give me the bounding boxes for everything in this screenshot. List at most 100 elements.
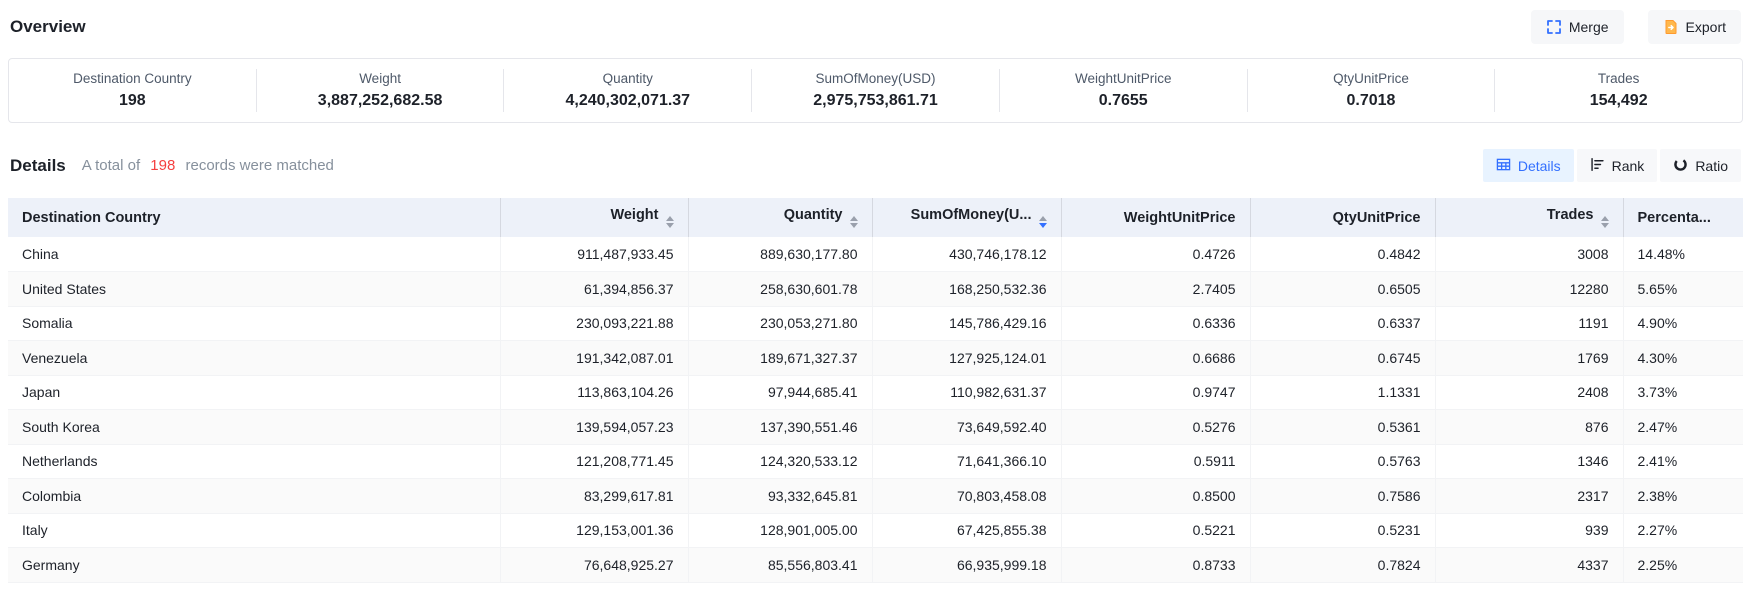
table-cell: 14.48% [1623, 237, 1743, 272]
country-cell: South Korea [8, 410, 500, 445]
stat-value: 0.7655 [1000, 92, 1247, 110]
table-cell: 191,342,087.01 [500, 341, 688, 376]
table-cell: 911,487,933.45 [500, 237, 688, 272]
stat-value: 2,975,753,861.71 [752, 92, 999, 110]
column-label: Percenta... [1638, 210, 1711, 226]
overview-header: Overview Merge Export [8, 10, 1743, 44]
table-cell: 939 [1435, 513, 1623, 548]
column-header-qty-unit-price: QtyUnitPrice [1250, 198, 1435, 237]
column-header-weight[interactable]: Weight [500, 198, 688, 237]
table-cell: 2.25% [1623, 548, 1743, 583]
table-row: Italy129,153,001.36128,901,005.0067,425,… [8, 513, 1743, 548]
table-row: South Korea139,594,057.23137,390,551.467… [8, 410, 1743, 445]
stat-label: Quantity [504, 71, 751, 86]
table-cell: 113,863,104.26 [500, 375, 688, 410]
table-cell: 145,786,429.16 [872, 306, 1061, 341]
summary-suffix: records were matched [186, 157, 334, 174]
merge-icon [1546, 19, 1562, 35]
country-cell: Italy [8, 513, 500, 548]
export-button[interactable]: Export [1648, 10, 1741, 44]
table-cell: 0.5221 [1061, 513, 1250, 548]
table-cell: 0.5911 [1061, 444, 1250, 479]
table-cell: 66,935,999.18 [872, 548, 1061, 583]
stat-label: Trades [1495, 71, 1742, 86]
table-cell: 1769 [1435, 341, 1623, 376]
stat-label: Destination Country [9, 71, 256, 86]
country-cell: Germany [8, 548, 500, 583]
table-cell: 2317 [1435, 479, 1623, 514]
column-header-percentage: Percenta... [1623, 198, 1743, 237]
country-cell: Colombia [8, 479, 500, 514]
table-cell: 0.5763 [1250, 444, 1435, 479]
table-cell: 1.1331 [1250, 375, 1435, 410]
column-header-weight-unit-price: WeightUnitPrice [1061, 198, 1250, 237]
table-cell: 71,641,366.10 [872, 444, 1061, 479]
table-cell: 5.65% [1623, 272, 1743, 307]
table-row: Somalia230,093,221.88230,053,271.80145,7… [8, 306, 1743, 341]
table-cell: 12280 [1435, 272, 1623, 307]
stat-label: WeightUnitPrice [1000, 71, 1247, 86]
table-cell: 4337 [1435, 548, 1623, 583]
tab-details[interactable]: Details [1483, 149, 1574, 182]
stat-qty-unit-price: QtyUnitPrice 0.7018 [1247, 69, 1495, 112]
stat-value: 4,240,302,071.37 [504, 92, 751, 110]
merge-button[interactable]: Merge [1531, 10, 1624, 44]
table-cell: 430,746,178.12 [872, 237, 1061, 272]
table-cell: 97,944,685.41 [688, 375, 872, 410]
table-cell: 83,299,617.81 [500, 479, 688, 514]
sort-carets-icon[interactable] [850, 216, 858, 228]
table-cell: 110,982,631.37 [872, 375, 1061, 410]
table-body: China911,487,933.45889,630,177.80430,746… [8, 237, 1743, 582]
column-label: Quantity [784, 207, 843, 223]
table-row: Netherlands121,208,771.45124,320,533.127… [8, 444, 1743, 479]
sort-carets-icon[interactable] [1601, 216, 1609, 228]
table-cell: 1346 [1435, 444, 1623, 479]
table-cell: 1191 [1435, 306, 1623, 341]
stat-label: Weight [257, 71, 504, 86]
stat-weight-unit-price: WeightUnitPrice 0.7655 [999, 69, 1247, 112]
record-count: 198 [150, 157, 175, 174]
sort-carets-icon[interactable] [666, 216, 674, 228]
column-header-trades[interactable]: Trades [1435, 198, 1623, 237]
country-cell: Japan [8, 375, 500, 410]
table-cell: 0.7824 [1250, 548, 1435, 583]
column-header-sum-of-money[interactable]: SumOfMoney(U... [872, 198, 1061, 237]
stat-trades: Trades 154,492 [1494, 69, 1742, 112]
country-cell: Netherlands [8, 444, 500, 479]
column-header-destination-country: Destination Country [8, 198, 500, 237]
tab-rank[interactable]: Rank [1577, 149, 1658, 182]
table-cell: 0.8733 [1061, 548, 1250, 583]
stat-value: 198 [9, 92, 256, 110]
sort-carets-icon[interactable] [1039, 216, 1047, 228]
table-cell: 137,390,551.46 [688, 410, 872, 445]
table-cell: 0.6337 [1250, 306, 1435, 341]
details-header: Details A total of 198 records were matc… [8, 149, 1743, 182]
stat-label: QtyUnitPrice [1248, 71, 1495, 86]
table-cell: 67,425,855.38 [872, 513, 1061, 548]
table-cell: 0.6686 [1061, 341, 1250, 376]
records-summary: A total of 198 records were matched [82, 157, 334, 174]
table-cell: 76,648,925.27 [500, 548, 688, 583]
table-cell: 85,556,803.41 [688, 548, 872, 583]
table-cell: 2.47% [1623, 410, 1743, 445]
table-cell: 2.41% [1623, 444, 1743, 479]
summary-prefix: A total of [82, 157, 140, 174]
table-row: United States61,394,856.37258,630,601.78… [8, 272, 1743, 307]
table-cell: 230,053,271.80 [688, 306, 872, 341]
table-cell: 61,394,856.37 [500, 272, 688, 307]
column-header-quantity[interactable]: Quantity [688, 198, 872, 237]
table-row: Japan113,863,104.2697,944,685.41110,982,… [8, 375, 1743, 410]
table-cell: 168,250,532.36 [872, 272, 1061, 307]
stat-sum-of-money: SumOfMoney(USD) 2,975,753,861.71 [751, 69, 999, 112]
table-cell: 129,153,001.36 [500, 513, 688, 548]
table-cell: 4.90% [1623, 306, 1743, 341]
column-label: SumOfMoney(U... [911, 207, 1032, 223]
stat-destination-country: Destination Country 198 [9, 69, 256, 112]
table-cell: 0.6745 [1250, 341, 1435, 376]
details-table: Destination Country Weight Quantity SumO… [8, 198, 1743, 583]
stat-value: 3,887,252,682.58 [257, 92, 504, 110]
table-cell: 2.27% [1623, 513, 1743, 548]
tab-ratio[interactable]: Ratio [1660, 149, 1741, 182]
stat-weight: Weight 3,887,252,682.58 [256, 69, 504, 112]
topbar-actions: Merge Export [1531, 10, 1741, 44]
